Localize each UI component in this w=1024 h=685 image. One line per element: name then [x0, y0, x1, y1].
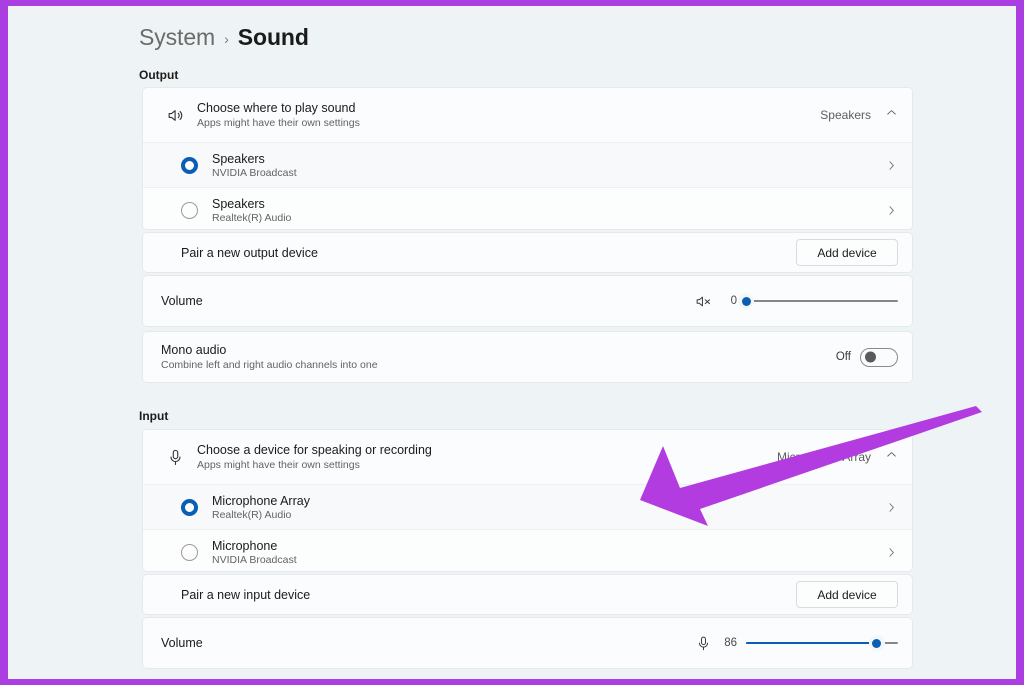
input-volume-card: Volume 86 — [142, 617, 913, 669]
radio-input-device-0[interactable] — [181, 498, 198, 516]
speaker-icon — [160, 106, 190, 125]
radio-output-device-1[interactable] — [181, 201, 198, 219]
input-volume-slider[interactable] — [746, 634, 898, 652]
mono-audio-texts: Mono audio Combine left and right audio … — [161, 343, 378, 371]
output-device-1-texts: Speakers Realtek(R) Audio — [212, 197, 291, 224]
input-volume-label: Volume — [161, 636, 203, 650]
breadcrumb-separator-icon: › — [224, 31, 229, 47]
speaker-muted-icon[interactable] — [695, 293, 712, 310]
input-device-0-name: Microphone Array — [212, 493, 310, 508]
output-volume-label: Volume — [161, 294, 203, 308]
output-device-0-texts: Speakers NVIDIA Broadcast — [212, 152, 297, 179]
output-device-0-name: Speakers — [212, 151, 265, 166]
annotated-frame: System › Sound Output Choose where to pl… — [8, 6, 1016, 679]
output-device-1-driver: Realtek(R) Audio — [212, 211, 292, 224]
microphone-icon — [160, 448, 190, 467]
mono-audio-toggle[interactable] — [860, 347, 898, 367]
mono-audio-title: Mono audio — [161, 343, 227, 357]
output-device-row-realtek[interactable]: Speakers Realtek(R) Audio — [143, 187, 912, 229]
output-device-selected-value: Speakers — [820, 108, 871, 122]
breadcrumb: System › Sound — [139, 24, 309, 51]
mono-audio-card: Mono audio Combine left and right audio … — [142, 331, 913, 383]
input-device-selected-value: Microphone Array — [776, 450, 871, 464]
input-device-0-driver: Realtek(R) Audio — [212, 508, 292, 521]
input-add-device-button[interactable]: Add device — [796, 581, 898, 608]
output-device-0-driver: NVIDIA Broadcast — [212, 166, 297, 179]
output-device-header-title: Choose where to play sound — [197, 101, 356, 115]
radio-input-device-1[interactable] — [181, 543, 198, 561]
section-label-input: Input — [139, 409, 169, 423]
settings-page: System › Sound Output Choose where to pl… — [8, 6, 1016, 679]
radio-output-device-0[interactable] — [181, 156, 198, 174]
output-pair-label: Pair a new output device — [181, 245, 318, 260]
output-slider-track — [746, 299, 898, 303]
section-label-output: Output — [139, 68, 179, 82]
input-device-row-microphone-nvidia[interactable]: Microphone NVIDIA Broadcast — [143, 529, 912, 571]
input-pair-device-card: Pair a new input device Add device — [142, 574, 913, 615]
input-device-row-microphone-array[interactable]: Microphone Array Realtek(R) Audio — [143, 484, 912, 529]
output-device-header-row[interactable]: Choose where to play sound Apps might ha… — [143, 88, 912, 142]
input-volume-value: 86 — [724, 637, 737, 649]
breadcrumb-parent-system[interactable]: System — [139, 24, 215, 51]
output-pair-row: Pair a new output device Add device — [143, 233, 912, 272]
input-device-header-row[interactable]: Choose a device for speaking or recordin… — [143, 430, 912, 484]
page-title: Sound — [237, 24, 309, 50]
input-device-header-texts: Choose a device for speaking or recordin… — [197, 443, 432, 471]
chevron-up-icon[interactable] — [885, 448, 898, 466]
mono-audio-subtitle: Combine left and right audio channels in… — [161, 359, 378, 371]
output-device-header-right: Speakers — [820, 106, 898, 124]
input-device-1-name: Microphone — [212, 538, 278, 553]
input-volume-row: Volume 86 — [143, 618, 912, 668]
output-device-header-subtitle: Apps might have their own settings — [197, 117, 360, 129]
input-device-header-subtitle: Apps might have their own settings — [197, 459, 360, 471]
mono-audio-controls: Off — [835, 347, 898, 367]
output-volume-card: Volume 0 — [142, 275, 913, 327]
microphone-icon[interactable] — [695, 635, 712, 652]
input-device-header-title: Choose a device for speaking or recordin… — [197, 443, 432, 457]
output-pair-device-card: Pair a new output device Add device — [142, 232, 913, 273]
chevron-right-icon[interactable] — [885, 546, 898, 559]
input-device-1-texts: Microphone NVIDIA Broadcast — [212, 539, 297, 566]
output-slider-thumb[interactable] — [738, 293, 754, 309]
output-volume-row: Volume 0 — [143, 276, 912, 326]
chevron-right-icon[interactable] — [885, 159, 898, 172]
chevron-up-icon[interactable] — [885, 106, 898, 124]
input-pair-label: Pair a new input device — [181, 587, 311, 602]
output-device-row-nvidia[interactable]: Speakers NVIDIA Broadcast — [143, 142, 912, 187]
input-slider-thumb[interactable] — [868, 635, 885, 651]
mono-audio-row: Mono audio Combine left and right audio … — [143, 332, 912, 382]
output-device-card: Choose where to play sound Apps might ha… — [142, 87, 913, 230]
output-add-device-button[interactable]: Add device — [796, 239, 898, 266]
chevron-right-icon[interactable] — [885, 501, 898, 514]
output-volume-slider[interactable] — [738, 292, 898, 310]
output-volume-controls: 0 — [695, 292, 898, 310]
input-pair-row: Pair a new input device Add device — [143, 575, 912, 614]
output-device-1-name: Speakers — [212, 196, 265, 211]
input-device-header-right: Microphone Array — [777, 448, 898, 466]
input-device-1-driver: NVIDIA Broadcast — [212, 553, 297, 566]
input-volume-controls: 86 — [695, 634, 898, 652]
output-volume-value: 0 — [730, 295, 737, 307]
output-device-header-texts: Choose where to play sound Apps might ha… — [197, 101, 360, 129]
input-slider-fill — [746, 641, 877, 645]
mono-audio-state-label: Off — [835, 351, 851, 363]
input-device-0-texts: Microphone Array Realtek(R) Audio — [212, 494, 310, 521]
input-device-card: Choose a device for speaking or recordin… — [142, 429, 913, 572]
chevron-right-icon[interactable] — [885, 204, 898, 217]
